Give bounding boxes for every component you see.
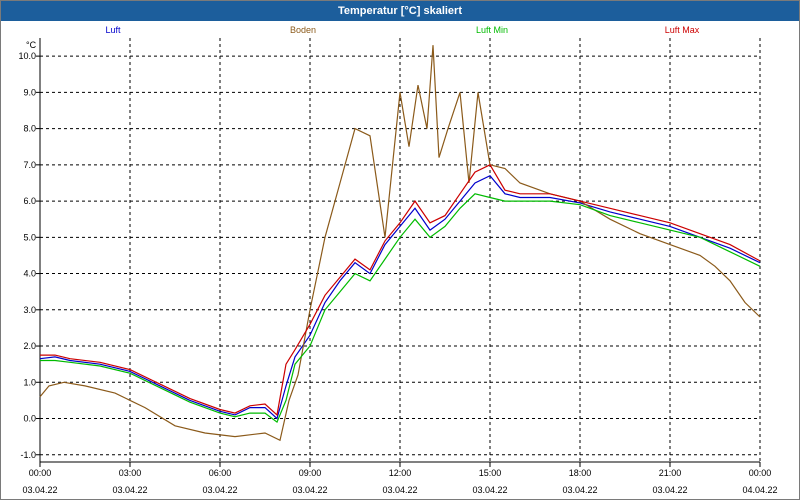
x-tick-time: 21:00 [659,468,682,478]
y-tick-label: 0.0 [23,414,36,424]
x-tick-date: 03.04.22 [472,485,507,495]
x-tick-time: 09:00 [299,468,322,478]
x-tick-time: 18:00 [569,468,592,478]
y-tick-label: 5.0 [23,232,36,242]
line-chart: Luft Boden Luft Min Luft Max °C 10.0 9.0 8… [18,25,777,495]
y-unit-label: °C [26,40,37,50]
x-tick-time: 15:00 [479,468,502,478]
y-tick-label: 9.0 [23,87,36,97]
legend-boden: Boden [290,25,316,35]
y-tick-label: 3.0 [23,305,36,315]
y-tick-label: 7.0 [23,160,36,170]
axes [36,38,761,467]
y-tick-label: 2.0 [23,341,36,351]
y-tick-label: 8.0 [23,124,36,134]
y-tick-label: 10.0 [18,51,36,61]
x-tick-date: 03.04.22 [112,485,147,495]
x-tick-date: 03.04.22 [562,485,597,495]
x-tick-date: 03.04.22 [652,485,687,495]
legend-luft: Luft [105,25,121,35]
grid [39,38,761,462]
legend-luft-min: Luft Min [476,25,508,35]
y-tick-label: 6.0 [23,196,36,206]
x-tick-date: 03.04.22 [22,485,57,495]
x-tick-time: 03:00 [119,468,142,478]
x-tick-date: 03.04.22 [202,485,237,495]
x-tick-time: 00:00 [29,468,52,478]
y-tick-label: 4.0 [23,269,36,279]
y-tick-label: 1.0 [23,377,36,387]
y-tick-label: -1.0 [20,450,36,460]
x-tick-date: 04.04.22 [742,485,777,495]
legend-luft-max: Luft Max [665,25,700,35]
x-tick-time: 06:00 [209,468,232,478]
x-tick-time: 12:00 [389,468,412,478]
x-tick-time: 00:00 [749,468,772,478]
x-tick-date: 03.04.22 [382,485,417,495]
x-tick-date: 03.04.22 [292,485,327,495]
